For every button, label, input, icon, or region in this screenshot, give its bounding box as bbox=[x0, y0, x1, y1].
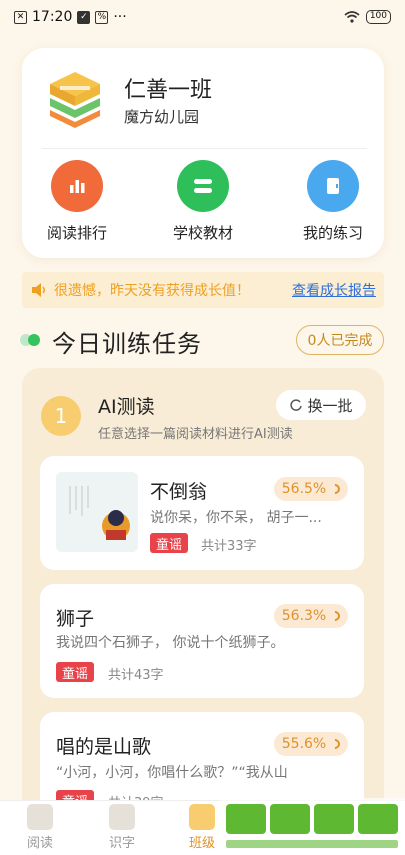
section-number: 1 bbox=[41, 396, 81, 436]
ai-reading-title: AI测读 bbox=[98, 396, 155, 418]
status-bar: ✕ 17:20 ✓ % ··· 100 bbox=[0, 0, 405, 34]
quick-action-label: 阅读排行 bbox=[46, 224, 107, 242]
class-name: 仁善一班 bbox=[124, 78, 213, 103]
nav-label: 班级 bbox=[188, 836, 215, 851]
divider bbox=[42, 148, 367, 149]
notebook-icon bbox=[307, 160, 359, 212]
nav-label: 识字 bbox=[108, 836, 135, 851]
percent-notification-icon: % bbox=[95, 10, 109, 24]
quick-action-label: 学校教材 bbox=[172, 224, 233, 242]
watermark-logo bbox=[220, 798, 405, 855]
book-icon bbox=[27, 804, 53, 830]
completed-count-badge[interactable]: 0人已完成 bbox=[296, 325, 384, 355]
character-icon bbox=[109, 804, 135, 830]
task-indicator-dot-active bbox=[28, 334, 40, 346]
nav-label: 阅读 bbox=[26, 836, 53, 851]
quick-action-label: 我的练习 bbox=[302, 224, 363, 242]
more-notifications-icon: ··· bbox=[113, 9, 127, 25]
growth-banner: 很遗憾，昨天没有获得成长值！ 查看成长报告 bbox=[22, 272, 384, 308]
switch-batch-label: 换一批 bbox=[307, 396, 353, 415]
my-practice-button[interactable]: 我的练习 bbox=[278, 160, 388, 243]
item-title: 狮子 bbox=[56, 608, 95, 630]
class-icon bbox=[189, 804, 215, 830]
ai-reading-subtitle: 任意选择一篇阅读材料进行AI测读 bbox=[98, 427, 293, 442]
switch-batch-button[interactable]: 换一批 bbox=[276, 390, 366, 420]
book-cover-thumbnail bbox=[56, 472, 138, 552]
item-description: “小河，小河，你唱什么歌？”“我从山 bbox=[56, 765, 288, 781]
progress-value: 56.5% bbox=[281, 481, 327, 497]
progress-value: 55.6% bbox=[281, 736, 327, 752]
progress-arc-icon bbox=[328, 481, 343, 497]
genre-tag: 童谣 bbox=[56, 662, 95, 682]
nav-item-reading[interactable]: 阅读 bbox=[10, 804, 70, 851]
progress-value: 56.3% bbox=[281, 608, 327, 624]
growth-report-link[interactable]: 查看成长报告 bbox=[292, 280, 376, 300]
genre-tag: 童谣 bbox=[150, 533, 189, 553]
nav-item-literacy[interactable]: 识字 bbox=[92, 804, 152, 851]
progress-badge: 56.5% bbox=[274, 477, 348, 501]
reading-ranking-button[interactable]: 阅读排行 bbox=[22, 160, 132, 243]
school-name: 魔方幼儿园 bbox=[124, 108, 200, 126]
word-count: 共计43字 bbox=[108, 668, 164, 683]
item-description: 说你呆，你不呆， 胡子一... bbox=[150, 510, 322, 526]
banner-message: 很遗憾，昨天没有获得成长值！ bbox=[54, 283, 250, 299]
progress-arc-icon bbox=[328, 608, 343, 624]
progress-arc-icon bbox=[328, 736, 343, 752]
textbook-icon bbox=[177, 160, 229, 212]
refresh-icon bbox=[290, 399, 303, 411]
today-tasks-title: 今日训练任务 bbox=[52, 330, 202, 358]
item-title: 不倒翁 bbox=[150, 481, 208, 503]
progress-badge: 56.3% bbox=[274, 604, 348, 628]
close-notification-icon: ✕ bbox=[14, 10, 27, 24]
class-logo-icon bbox=[50, 72, 100, 128]
speaker-icon bbox=[32, 283, 45, 297]
word-count: 共计33字 bbox=[201, 539, 257, 554]
item-description: 我说四个石狮子， 你说十个纸狮子。 bbox=[56, 635, 285, 651]
item-title: 唱的是山歌 bbox=[56, 736, 152, 758]
battery-icon: 100 bbox=[365, 10, 391, 24]
wifi-icon bbox=[344, 11, 360, 23]
school-textbook-button[interactable]: 学校教材 bbox=[148, 160, 258, 243]
progress-badge: 55.6% bbox=[274, 732, 348, 756]
status-time: 17:20 bbox=[32, 9, 73, 25]
bar-chart-icon bbox=[51, 160, 103, 212]
check-notification-icon: ✓ bbox=[77, 10, 91, 24]
